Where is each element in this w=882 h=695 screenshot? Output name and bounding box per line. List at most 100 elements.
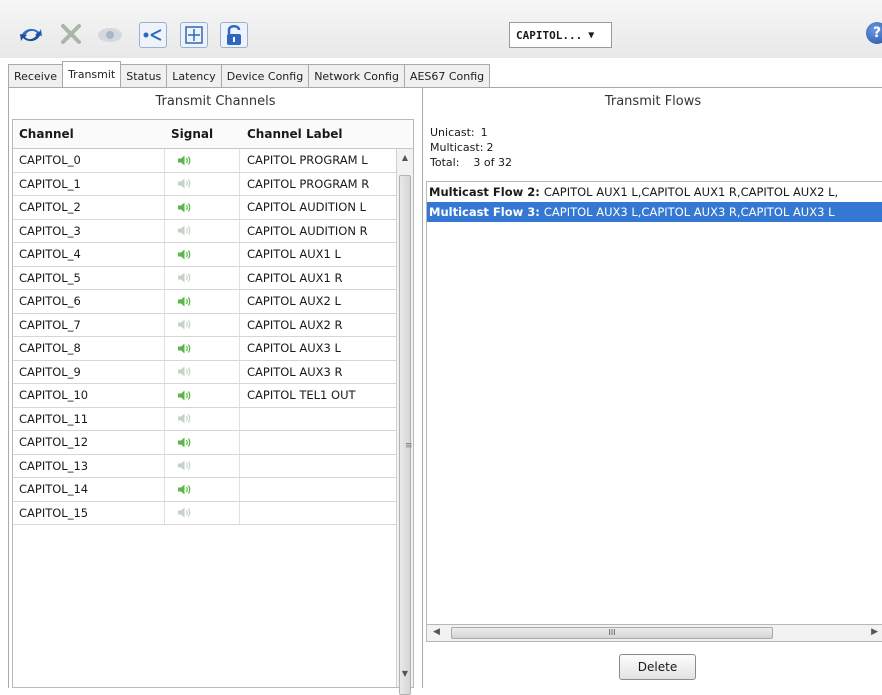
table-row[interactable]: CAPITOL_6 CAPITOL AUX2 L [13,290,397,314]
toolbar: CAPITOL... ▼ ? [0,0,882,58]
channel-name: CAPITOL_1 [13,172,165,195]
channel-label[interactable] [240,455,396,478]
tab-device-config[interactable]: Device Config [220,64,310,87]
table-row[interactable]: CAPITOL_5 CAPITOL AUX1 R [13,266,397,290]
table-row[interactable]: CAPITOL_8 CAPITOL AUX3 L [13,337,397,361]
speaker-icon [178,437,191,448]
table-row[interactable]: CAPITOL_12 [13,431,397,455]
speaker-icon [178,319,191,330]
table-row[interactable]: CAPITOL_9 CAPITOL AUX3 R [13,360,397,384]
table-row[interactable]: CAPITOL_15 [13,501,397,525]
channel-label[interactable]: CAPITOL AUX3 L [240,337,396,360]
channel-label[interactable]: CAPITOL PROGRAM L [240,149,396,172]
table-row[interactable]: CAPITOL_1 CAPITOL PROGRAM R [13,172,397,196]
add-icon[interactable] [180,22,208,48]
table-row[interactable]: CAPITOL_0 CAPITOL PROGRAM L [13,149,397,173]
channel-label[interactable]: CAPITOL AUX1 R [240,267,396,290]
channel-table: Channel Signal Channel Label CAPITOL_0 CA… [12,119,414,695]
speaker-icon [178,225,191,236]
scroll-right-icon[interactable]: ▶ [871,627,878,637]
refresh-icon[interactable] [17,22,45,48]
speaker-icon [178,366,191,377]
channel-name: CAPITOL_12 [13,431,165,454]
tab-latency[interactable]: Latency [166,64,222,87]
column-header-signal[interactable]: Signal [165,120,240,148]
channel-name: CAPITOL_4 [13,243,165,266]
channel-label[interactable]: CAPITOL AUX3 R [240,361,396,384]
eye-icon[interactable] [96,22,124,48]
signal-cell [165,384,240,407]
channel-label[interactable]: CAPITOL AUDITION L [240,196,396,219]
channel-name: CAPITOL_13 [13,454,165,477]
speaker-icon [178,178,191,189]
speaker-icon [178,272,191,283]
channel-label[interactable]: CAPITOL AUX2 L [240,290,396,313]
tab-network-config[interactable]: Network Config [308,64,405,87]
column-header-channel-label[interactable]: Channel Label [240,120,396,148]
table-row[interactable]: CAPITOL_13 [13,454,397,478]
speaker-icon [178,460,191,471]
table-row[interactable]: CAPITOL_4 CAPITOL AUX1 L [13,243,397,267]
channel-label[interactable]: CAPITOL AUDITION R [240,220,396,243]
tab-transmit[interactable]: Transmit [62,61,122,87]
signal-cell [165,219,240,242]
channel-name: CAPITOL_0 [13,149,165,172]
unicast-count: 1 [480,126,488,139]
speaker-icon [178,343,191,354]
table-row[interactable]: CAPITOL_7 CAPITOL AUX2 R [13,313,397,337]
tools-icon[interactable] [57,22,85,48]
flow-item[interactable]: Multicast Flow 3: CAPITOL AUX3 L,CAPITOL … [427,202,882,222]
scroll-up-icon[interactable]: ▲ [397,153,413,167]
speaker-icon [178,296,191,307]
tab-aes67-config[interactable]: AES67 Config [403,64,491,87]
network-share-icon[interactable] [139,22,167,48]
channel-label[interactable]: CAPITOL AUX1 L [240,243,396,266]
column-header-channel[interactable]: Channel [13,120,165,148]
channel-label[interactable] [240,408,396,431]
scroll-thumb[interactable]: ≡ [399,175,413,695]
channel-name: CAPITOL_8 [13,337,165,360]
hscroll-thumb[interactable]: III [451,627,773,639]
signal-cell [165,478,240,501]
channel-name: CAPITOL_5 [13,266,165,289]
table-row[interactable]: CAPITOL_3 CAPITOL AUDITION R [13,219,397,243]
multicast-label: Multicast: [430,141,484,154]
help-icon[interactable]: ? [866,22,882,44]
tab-bar: Receive Transmit Status Latency Device C… [8,61,491,87]
table-row[interactable]: CAPITOL_2 CAPITOL AUDITION L [13,196,397,220]
channel-table-scrollbar[interactable]: ▲ ≡ ▼ [396,149,413,695]
table-row[interactable]: CAPITOL_10 CAPITOL TEL1 OUT [13,384,397,408]
signal-cell [165,337,240,360]
signal-cell [165,266,240,289]
channel-label[interactable]: CAPITOL AUX2 R [240,314,396,337]
flow-items: Multicast Flow 2: CAPITOL AUX1 L,CAPITOL … [427,182,882,222]
table-row[interactable]: CAPITOL_11 [13,407,397,431]
scroll-down-icon[interactable]: ▼ [397,669,413,683]
signal-cell [165,431,240,454]
channel-name: CAPITOL_6 [13,290,165,313]
channel-name: CAPITOL_9 [13,360,165,383]
transmit-flows-title: Transmit Flows [604,94,702,109]
speaker-icon [178,202,191,213]
scroll-left-icon[interactable]: ◀ [433,627,440,637]
flow-list-hscrollbar[interactable]: ◀ III ▶ [426,624,882,642]
delete-button[interactable]: Delete [619,654,696,680]
channel-label[interactable] [240,431,396,454]
unlock-icon[interactable] [220,22,248,48]
channel-label[interactable] [240,478,396,501]
channel-name: CAPITOL_7 [13,313,165,336]
table-row[interactable]: CAPITOL_14 [13,478,397,502]
flow-name: Multicast Flow 2: [429,185,540,199]
channel-label[interactable] [240,502,396,525]
tab-status[interactable]: Status [120,64,168,87]
channel-label[interactable]: CAPITOL PROGRAM R [240,173,396,196]
channel-label[interactable]: CAPITOL TEL1 OUT [240,384,396,407]
signal-cell [165,196,240,219]
channel-name: CAPITOL_2 [13,196,165,219]
device-select[interactable]: CAPITOL... ▼ [509,22,612,48]
tab-receive[interactable]: Receive [8,64,64,87]
total-count: 3 of 32 [473,156,512,169]
multicast-count: 2 [486,141,494,154]
flow-item[interactable]: Multicast Flow 2: CAPITOL AUX1 L,CAPITOL … [427,182,882,202]
speaker-icon [178,155,191,166]
